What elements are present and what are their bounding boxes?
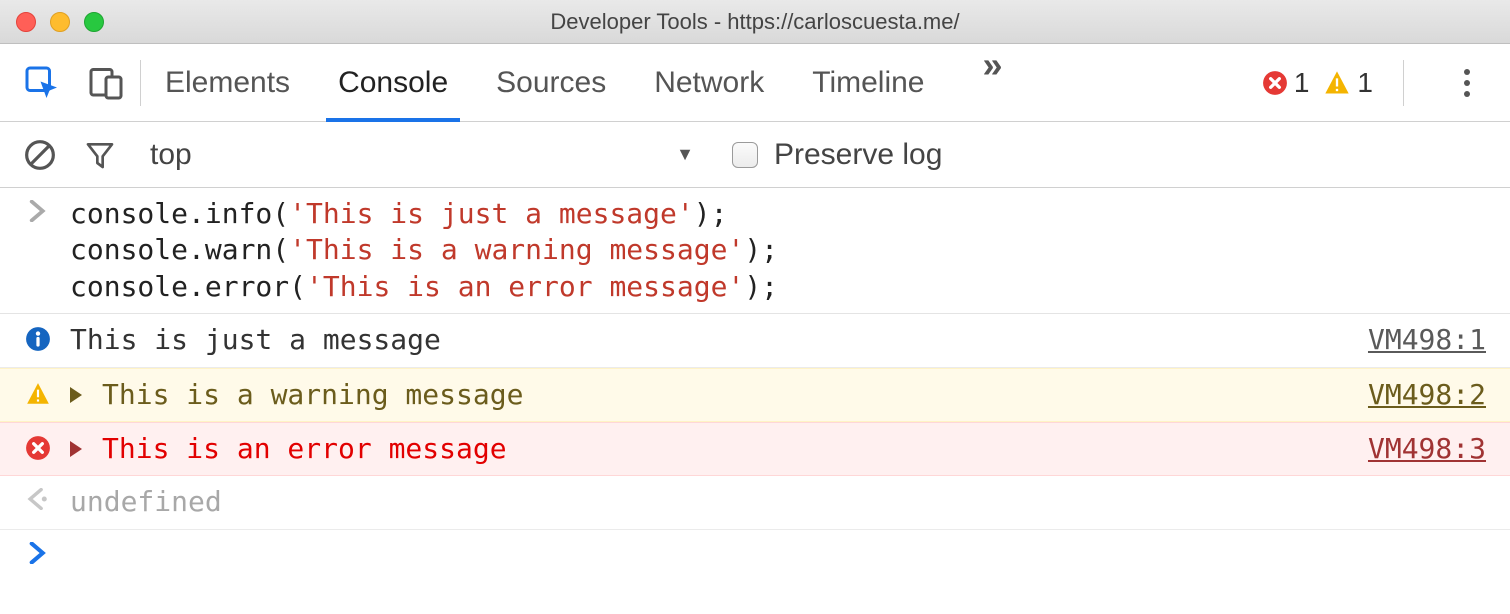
code-token: console.error xyxy=(70,270,289,303)
code-token: 'This is an error message' xyxy=(306,270,744,303)
console-message-warn: This is a warning message VM498:2 xyxy=(0,368,1510,422)
message-source-link[interactable]: VM498:2 xyxy=(1368,377,1486,413)
code-token: console.warn xyxy=(70,233,272,266)
code-token: console.info xyxy=(70,197,272,230)
return-chevron-icon xyxy=(27,488,49,510)
error-count: 1 xyxy=(1294,67,1310,99)
preserve-log-label: Preserve log xyxy=(774,138,942,172)
console-input-echo: console.info('This is just a message'); … xyxy=(0,188,1510,314)
chevron-down-icon: ▼ xyxy=(676,144,704,165)
return-value-text: undefined xyxy=(70,484,1486,520)
message-text: This is an error message xyxy=(102,431,1354,467)
error-counter[interactable]: 1 xyxy=(1262,67,1310,99)
warning-badge-icon xyxy=(1323,69,1351,97)
console-toolbar: top ▼ Preserve log xyxy=(0,122,1510,188)
divider xyxy=(1403,60,1404,106)
error-badge-icon xyxy=(1262,70,1288,96)
message-source-link[interactable]: VM498:1 xyxy=(1368,322,1486,358)
panel-tabs: Elements Console Sources Network Timelin… xyxy=(165,44,1262,121)
preserve-log-checkbox[interactable] xyxy=(732,142,758,168)
zoom-window-button[interactable] xyxy=(84,12,104,32)
more-tabs-button[interactable]: » xyxy=(973,44,1013,121)
message-text: This is a warning message xyxy=(102,377,1354,413)
warning-counter[interactable]: 1 xyxy=(1323,67,1373,99)
console-return-value: undefined xyxy=(0,476,1510,529)
message-source-link[interactable]: VM498:3 xyxy=(1368,431,1486,467)
devtools-menu-button[interactable] xyxy=(1454,59,1480,107)
input-chevron-icon xyxy=(29,200,47,222)
execution-context-label: top xyxy=(150,138,192,172)
expand-stack-icon[interactable] xyxy=(70,441,82,457)
divider xyxy=(140,60,141,106)
filter-icon[interactable] xyxy=(84,139,116,171)
close-window-button[interactable] xyxy=(16,12,36,32)
execution-context-selector[interactable]: top ▼ xyxy=(144,138,704,172)
tab-elements[interactable]: Elements xyxy=(165,44,290,121)
expand-stack-icon[interactable] xyxy=(70,387,82,403)
code-token: 'This is just a message' xyxy=(289,197,694,230)
window-titlebar: Developer Tools - https://carloscuesta.m… xyxy=(0,0,1510,44)
error-icon xyxy=(25,435,51,461)
tab-network[interactable]: Network xyxy=(654,44,764,121)
device-toggle-icon[interactable] xyxy=(88,65,124,101)
prompt-chevron-icon xyxy=(29,542,47,564)
message-text: This is just a message xyxy=(70,322,1354,358)
code-token: 'This is a warning message' xyxy=(289,233,744,266)
info-icon xyxy=(25,326,51,352)
console-message-error: This is an error message VM498:3 xyxy=(0,422,1510,476)
inspect-element-icon[interactable] xyxy=(24,65,60,101)
console-output: console.info('This is just a message'); … xyxy=(0,188,1510,572)
warning-count: 1 xyxy=(1357,67,1373,99)
window-controls xyxy=(0,12,104,32)
devtools-tabbar: Elements Console Sources Network Timelin… xyxy=(0,44,1510,122)
tab-sources[interactable]: Sources xyxy=(496,44,606,121)
tab-timeline[interactable]: Timeline xyxy=(812,44,924,121)
console-prompt[interactable] xyxy=(0,530,1510,572)
console-message-info: This is just a message VM498:1 xyxy=(0,314,1510,367)
clear-console-icon[interactable] xyxy=(24,139,56,171)
window-title: Developer Tools - https://carloscuesta.m… xyxy=(0,9,1510,35)
minimize-window-button[interactable] xyxy=(50,12,70,32)
warning-icon xyxy=(25,381,51,407)
tab-console[interactable]: Console xyxy=(338,44,448,121)
preserve-log-toggle[interactable]: Preserve log xyxy=(732,138,942,172)
